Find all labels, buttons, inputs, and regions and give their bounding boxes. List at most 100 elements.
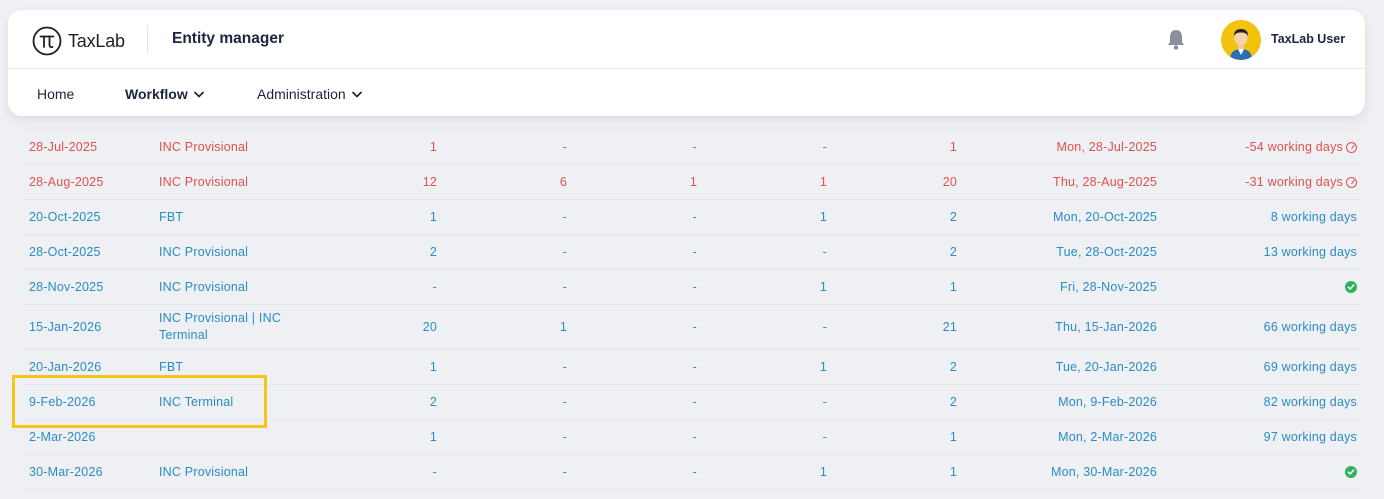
- top-bar: TaxLab Entity manager TaxLab User: [8, 10, 1365, 69]
- nav-administration[interactable]: Administration: [257, 86, 362, 102]
- due-date-cell-text: Mon, 20-Oct-2025: [1053, 210, 1157, 224]
- due-date-cell: Mon, 20-Oct-2025: [1053, 200, 1157, 234]
- count-cell-text: -: [692, 245, 697, 259]
- notifications-bell-icon[interactable]: [1166, 28, 1186, 55]
- count-cell-text: 1: [819, 175, 827, 189]
- count-cell: -: [563, 350, 567, 384]
- date-cell-text: 20-Jan-2026: [29, 360, 102, 374]
- type-cell[interactable]: INC Provisional: [159, 235, 309, 269]
- type-cell[interactable]: INC Provisional: [159, 455, 309, 489]
- nav-home[interactable]: Home: [37, 86, 74, 102]
- date-cell-text: 30-Mar-2026: [29, 465, 103, 479]
- count-cell: 1: [820, 165, 827, 199]
- count-cell: 1: [430, 130, 437, 164]
- count-cell-text: -: [562, 280, 567, 294]
- count-cell: -: [823, 420, 827, 454]
- count-cell: 2: [430, 235, 437, 269]
- working-days-cell: 97 working days: [1264, 420, 1357, 454]
- count-cell-text: -: [692, 320, 697, 334]
- date-cell[interactable]: 15-Jan-2026: [29, 305, 101, 349]
- app-header: TaxLab Entity manager TaxLab User Home W…: [8, 10, 1365, 116]
- total-cell: 1: [950, 270, 957, 304]
- table-row[interactable]: 28-Aug-2025 INC Provisional 12 6 1 1 20 Thu, 28…: [24, 165, 1362, 200]
- total-cell-text: 2: [949, 210, 957, 224]
- count-cell-text: 1: [819, 465, 827, 479]
- count-cell: -: [693, 350, 697, 384]
- count-cell-text: -: [562, 465, 567, 479]
- count-cell: 1: [690, 165, 697, 199]
- working-days-cell: [1345, 270, 1357, 304]
- avatar[interactable]: [1221, 20, 1261, 60]
- count-cell-text: 1: [819, 210, 827, 224]
- table-row[interactable]: 28-Oct-2025 INC Provisional 2 - - - 2 Tue, 28-O…: [24, 235, 1362, 270]
- date-cell[interactable]: 28-Nov-2025: [29, 270, 103, 304]
- user-name[interactable]: TaxLab User: [1271, 32, 1345, 46]
- due-date-cell: Mon, 30-Mar-2026: [1051, 455, 1157, 489]
- table-row[interactable]: 15-Jan-2026 INC Provisional | INC Termina…: [24, 305, 1362, 350]
- type-cell-text: FBT: [159, 359, 184, 374]
- date-cell-text: 28-Nov-2025: [29, 280, 104, 294]
- total-cell-text: 20: [942, 175, 957, 189]
- count-cell: 1: [820, 200, 827, 234]
- due-date-cell-text: Thu, 28-Aug-2025: [1053, 175, 1157, 189]
- table-row[interactable]: 20-Oct-2025 FBT 1 - - 1 2 Mon, 20-Oct-2025 8 wor…: [24, 200, 1362, 235]
- due-date-cell: Mon, 2-Mar-2026: [1058, 420, 1157, 454]
- count-cell-text: 12: [422, 175, 437, 189]
- count-cell-text: 1: [559, 320, 567, 334]
- total-cell-text: 21: [942, 320, 957, 334]
- date-cell[interactable]: 20-Oct-2025: [29, 200, 101, 234]
- type-cell[interactable]: INC Provisional: [159, 270, 309, 304]
- type-cell-text: INC Provisional: [159, 174, 249, 189]
- type-cell[interactable]: FBT: [159, 200, 309, 234]
- count-cell: 20: [423, 305, 437, 349]
- count-cell-text: -: [432, 280, 437, 294]
- type-cell[interactable]: INC Provisional | INC Terminal: [159, 305, 309, 349]
- count-cell-text: 1: [429, 140, 437, 154]
- count-cell-text: -: [432, 465, 437, 479]
- count-cell: -: [563, 235, 567, 269]
- working-days-text: -54 working days: [1245, 140, 1343, 154]
- count-cell: -: [563, 420, 567, 454]
- count-cell-text: -: [692, 395, 697, 409]
- logo[interactable]: TaxLab: [32, 26, 125, 56]
- date-cell[interactable]: 28-Jul-2025: [29, 130, 97, 164]
- count-cell-text: -: [562, 430, 567, 444]
- count-cell: -: [693, 305, 697, 349]
- total-cell: 1: [950, 455, 957, 489]
- count-cell-text: -: [822, 245, 827, 259]
- user-avatar-icon: [1230, 29, 1252, 60]
- count-cell-text: 2: [429, 395, 437, 409]
- table-row[interactable]: 28-Jul-2025 INC Provisional 1 - - - 1 Mon, 28-J…: [24, 130, 1362, 165]
- due-date-cell-text: Mon, 28-Jul-2025: [1056, 140, 1157, 154]
- count-cell-text: 1: [429, 210, 437, 224]
- type-cell[interactable]: INC Provisional: [159, 165, 309, 199]
- working-days-cell: -54 working days: [1245, 130, 1357, 164]
- count-cell-text: -: [692, 465, 697, 479]
- type-cell[interactable]: INC Provisional: [159, 130, 309, 164]
- count-cell-text: 20: [422, 320, 437, 334]
- working-days-cell: 8 working days: [1271, 200, 1357, 234]
- working-days-text: 82 working days: [1263, 395, 1357, 409]
- date-cell[interactable]: 28-Oct-2025: [29, 235, 101, 269]
- due-date-cell-text: Thu, 15-Jan-2026: [1055, 320, 1157, 334]
- total-cell: 20: [943, 165, 957, 199]
- count-cell: -: [563, 385, 567, 419]
- due-date-cell: Thu, 28-Aug-2025: [1053, 165, 1157, 199]
- date-cell[interactable]: 28-Aug-2025: [29, 165, 103, 199]
- nav-workflow[interactable]: Workflow: [125, 86, 204, 102]
- table-row[interactable]: 28-Nov-2025 INC Provisional - - - 1 1 Fri, 28-N…: [24, 270, 1362, 305]
- count-cell: -: [693, 200, 697, 234]
- count-cell-text: -: [562, 140, 567, 154]
- highlight-box: [12, 375, 267, 428]
- count-cell: 1: [430, 420, 437, 454]
- count-cell: 1: [820, 455, 827, 489]
- chevron-down-icon: [193, 91, 204, 97]
- count-cell-text: -: [562, 245, 567, 259]
- total-cell: 2: [950, 350, 957, 384]
- count-cell-text: 1: [819, 280, 827, 294]
- date-cell[interactable]: 30-Mar-2026: [29, 455, 103, 489]
- table-row[interactable]: 30-Mar-2026 INC Provisional - - - 1 1 Mon, 30-M…: [24, 455, 1362, 490]
- type-cell-text: INC Provisional | INC Terminal: [159, 311, 282, 342]
- count-cell: -: [823, 130, 827, 164]
- due-date-cell: Tue, 20-Jan-2026: [1056, 350, 1157, 384]
